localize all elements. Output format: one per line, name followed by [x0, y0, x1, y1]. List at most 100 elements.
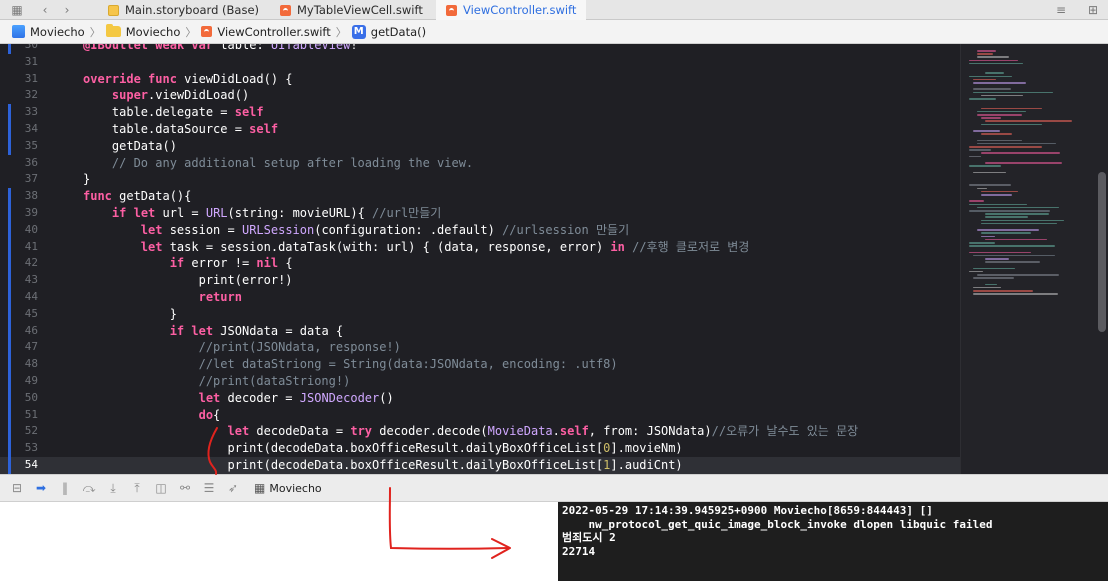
minimap-line	[969, 146, 1042, 148]
step-out-icon[interactable]: ⤒	[130, 481, 144, 496]
minimap-line	[981, 152, 1060, 154]
code-line[interactable]: 34 table.dataSource = self	[0, 120, 960, 138]
line-number: 38	[24, 189, 38, 203]
minimap-line	[969, 210, 1050, 212]
minimap-line	[969, 245, 1055, 247]
line-number: 40	[24, 222, 38, 236]
minimap-line	[969, 203, 1027, 206]
location-icon[interactable]: ➶	[226, 481, 240, 495]
line-number: 42	[24, 256, 38, 270]
environment-icon[interactable]: ☰	[202, 481, 216, 495]
minimap-line	[973, 78, 996, 81]
code-line[interactable]: 36 // Do any additional setup after load…	[0, 155, 960, 172]
debug-bar: ⊟ ➡ ‖ ⤼ ⤓ ⤒ ◫ ⚯ ☰ ➶ ▦ Moviecho	[0, 474, 1108, 502]
code-text: getData()	[83, 138, 177, 153]
minimap-line	[981, 194, 1012, 196]
minimap-line	[977, 274, 1059, 276]
tab-viewcontroller[interactable]: ViewController.swift	[436, 0, 586, 20]
code-line[interactable]: 41 let task = session.dataTask(with: url…	[0, 238, 960, 256]
minimap-line	[977, 139, 1022, 142]
code-line[interactable]: 31	[0, 54, 960, 71]
code-line[interactable]: 52 let decodeData = try decoder.decode(M…	[0, 423, 960, 441]
minimap[interactable]	[960, 44, 1108, 474]
code-editor[interactable]: 30 @IBOutlet weak var table: UITableView!…	[0, 44, 1108, 474]
code-lines[interactable]: 30 @IBOutlet weak var table: UITableView!…	[0, 44, 960, 474]
grid-view-icon[interactable]: ▦	[8, 1, 26, 19]
memory-graph-icon[interactable]: ⚯	[178, 481, 192, 495]
console-line: 범죄도시 2	[562, 531, 616, 544]
minimap-line	[969, 251, 1031, 254]
editor-options-icon[interactable]: ≡	[1052, 1, 1070, 19]
code-line[interactable]: 40 let session = URLSession(configuratio…	[0, 221, 960, 239]
minimap-line	[981, 222, 1057, 225]
code-line[interactable]: 49 //print(dataStriong!)	[0, 372, 960, 390]
scheme-icon: ▦	[254, 481, 266, 495]
breakpoints-toggle-icon[interactable]: ➡	[34, 481, 48, 495]
code-text: let session = URLSession(configuration: …	[140, 222, 630, 237]
step-into-icon[interactable]: ⤓	[106, 481, 120, 496]
back-chevron-icon[interactable]: ‹	[36, 1, 54, 19]
forward-chevron-icon[interactable]: ›	[58, 1, 76, 19]
breadcrumb-file[interactable]: ViewController.swift	[217, 25, 330, 39]
breadcrumb-folder[interactable]: Moviecho	[126, 25, 181, 39]
code-line[interactable]: 48 //let dataStriong = String(data:JSONd…	[0, 356, 960, 373]
code-line[interactable]: 38 func getData(){	[0, 188, 960, 205]
code-line[interactable]: 47 //print(JSONdata, response!)	[0, 339, 960, 357]
code-line[interactable]: 54 print(decodeData.boxOfficeResult.dail…	[0, 456, 960, 474]
code-line[interactable]: 35 getData()	[0, 137, 960, 155]
line-number: 34	[24, 121, 38, 135]
code-line[interactable]: 45 }	[0, 305, 960, 323]
code-line[interactable]: 32 super.viewDidLoad()	[0, 87, 960, 104]
minimap-line	[981, 123, 1042, 126]
code-line[interactable]: 30 @IBOutlet weak var table: UITableView!	[0, 44, 960, 54]
minimap-line	[985, 213, 1049, 215]
code-line[interactable]: 50 let decoder = JSONDecoder()	[0, 389, 960, 407]
minimap-line	[981, 133, 1012, 135]
code-text: // Do any additional setup after loading…	[111, 155, 474, 170]
add-editor-icon[interactable]: ⊞	[1084, 1, 1102, 19]
code-line[interactable]: 53 print(decodeData.boxOfficeResult.dail…	[0, 440, 960, 457]
scheme-selector[interactable]: ▦ Moviecho	[254, 481, 322, 495]
swift-file-icon	[201, 26, 213, 37]
debug-console[interactable]: 2022-05-29 17:14:39.945925+0900 Moviecho…	[558, 502, 1108, 581]
view-hierarchy-icon[interactable]: ◫	[154, 481, 168, 495]
minimap-line	[969, 184, 1011, 186]
minimap-line	[973, 82, 1026, 84]
breadcrumb-project[interactable]: Moviecho	[30, 25, 85, 39]
code-line[interactable]: 46 if let JSONdata = data {	[0, 322, 960, 340]
scheme-label: Moviecho	[269, 481, 322, 495]
breadcrumb: Moviecho 〉 Moviecho 〉 ViewController.swi…	[0, 20, 1108, 44]
variables-view[interactable]	[0, 502, 558, 581]
tab-main-storyboard[interactable]: Main.storyboard (Base)	[98, 0, 260, 20]
tab-mytableviewcell[interactable]: MyTableViewCell.swift	[270, 0, 430, 20]
code-line[interactable]: 42 if error != nil {	[0, 255, 960, 273]
code-line[interactable]: 51 do{	[0, 406, 960, 424]
breadcrumb-method[interactable]: getData()	[371, 25, 426, 39]
minimap-line	[981, 117, 1001, 119]
code-text: let decoder = JSONDecoder()	[198, 390, 394, 405]
line-number: 54	[24, 457, 38, 471]
minimap-line	[973, 130, 1000, 132]
code-line[interactable]: 44 return	[0, 288, 960, 306]
line-number: 31	[24, 54, 38, 68]
code-text: }	[83, 306, 177, 321]
code-text: print(error!)	[83, 273, 293, 288]
code-line[interactable]: 39 if let url = URL(string: movieURL){ /…	[0, 204, 960, 222]
line-number: 37	[24, 172, 38, 186]
code-line[interactable]: 37}	[0, 171, 960, 188]
code-line[interactable]: 33 table.delegate = self	[0, 104, 960, 121]
step-over-icon[interactable]: ⤼	[82, 481, 96, 496]
code-line[interactable]: 31 override func viewDidLoad() {	[0, 71, 960, 88]
line-number: 53	[24, 441, 38, 455]
code-text: print(decodeData.boxOfficeResult.dailyBo…	[83, 441, 683, 456]
code-text: //print(JSONdata, response!)	[198, 340, 401, 355]
vertical-scrollbar[interactable]	[1098, 172, 1106, 332]
code-line[interactable]: 43 print(error!)	[0, 272, 960, 289]
line-number: 30	[24, 44, 38, 51]
xcode-window: ▦ ‹ › Main.storyboard (Base) MyTableView…	[0, 0, 1108, 581]
minimap-line	[969, 270, 983, 273]
minimap-line	[977, 50, 996, 52]
editor-tab-bar: ▦ ‹ › Main.storyboard (Base) MyTableView…	[0, 0, 1108, 20]
pause-icon[interactable]: ‖	[58, 481, 72, 495]
hide-debug-area-icon[interactable]: ⊟	[10, 481, 24, 495]
